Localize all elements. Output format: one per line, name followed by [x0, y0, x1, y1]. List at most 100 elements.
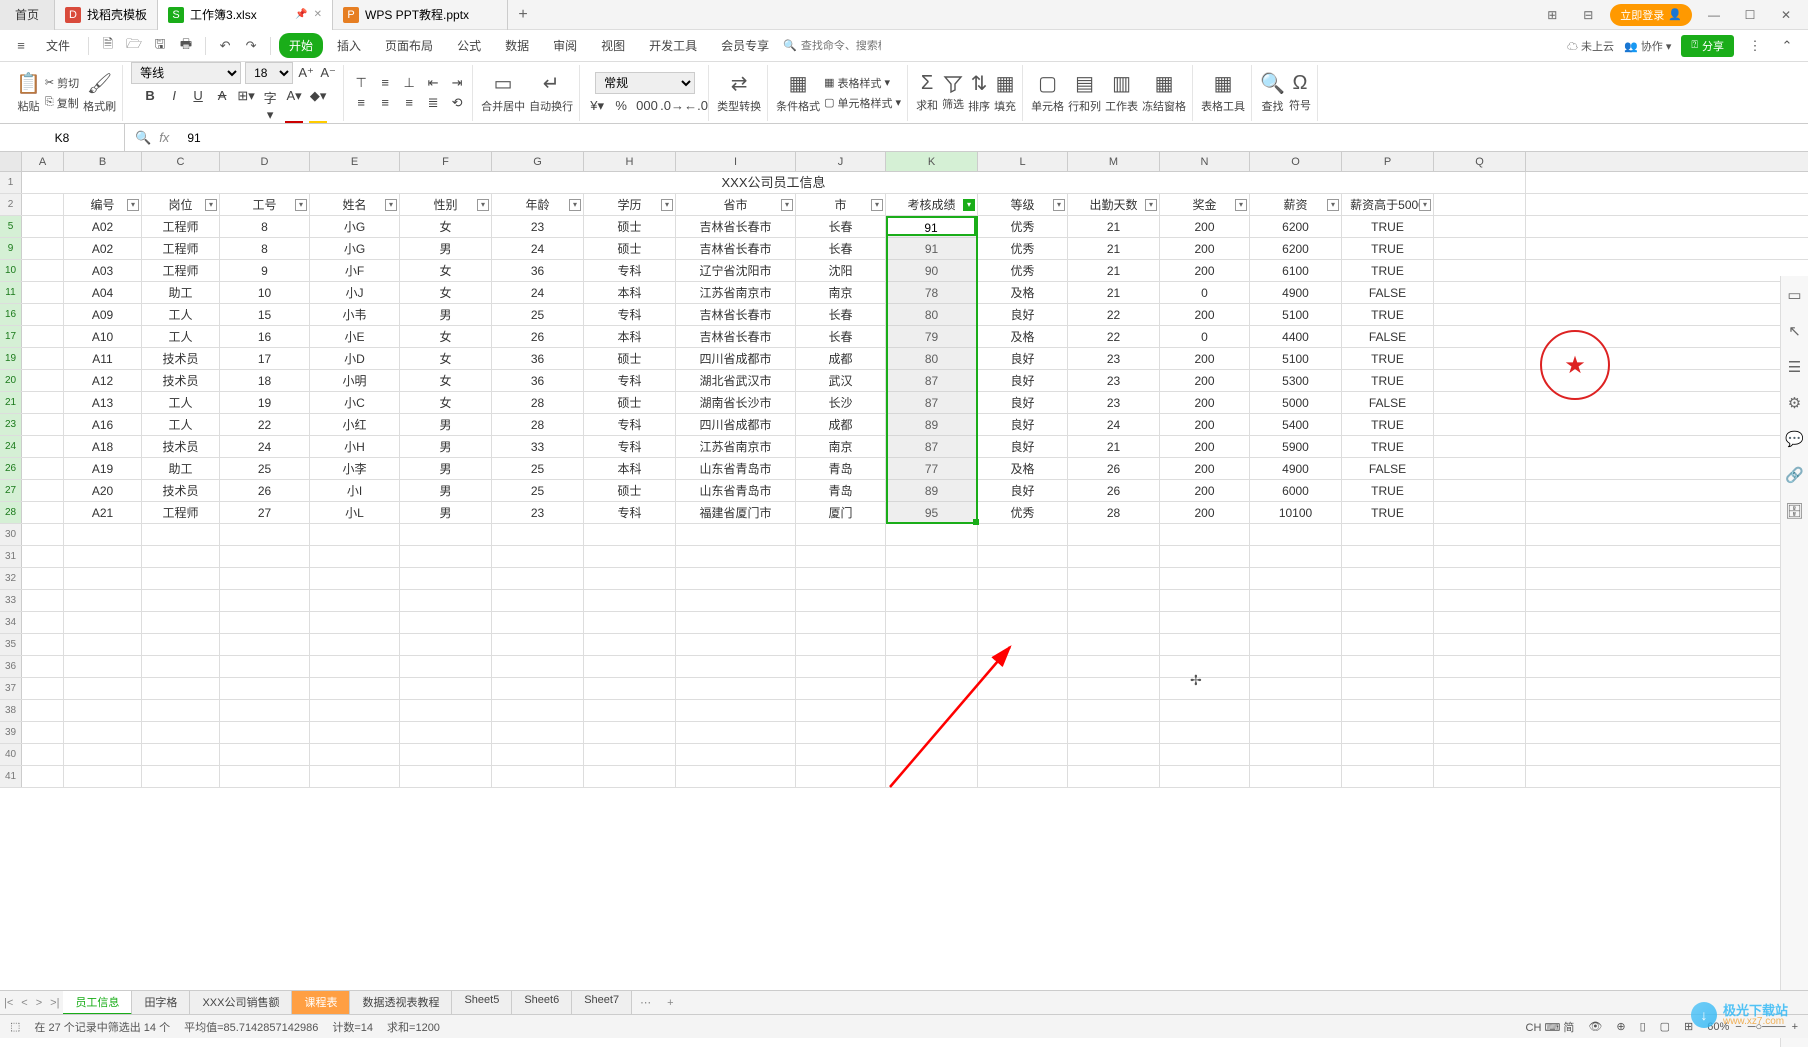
cell[interactable]	[310, 590, 400, 611]
cell[interactable]	[64, 524, 142, 545]
cell[interactable]	[584, 744, 676, 765]
sheet-tab[interactable]: 课程表	[292, 991, 350, 1015]
cell[interactable]	[886, 568, 978, 589]
cell[interactable]	[1160, 766, 1250, 787]
cell[interactable]: A04	[64, 282, 142, 303]
cell[interactable]: FALSE	[1342, 326, 1434, 347]
cell[interactable]: 厦门	[796, 502, 886, 523]
cell[interactable]: 15	[220, 304, 310, 325]
cell[interactable]: 良好	[978, 348, 1068, 369]
cell[interactable]	[1160, 744, 1250, 765]
cell[interactable]	[1160, 568, 1250, 589]
col-header-C[interactable]: C	[142, 152, 220, 171]
cell[interactable]: A02	[64, 238, 142, 259]
cell[interactable]: 技术员	[142, 370, 220, 391]
cell[interactable]: 技术员	[142, 480, 220, 501]
cell[interactable]: 沈阳	[796, 260, 886, 281]
cell[interactable]	[1434, 436, 1526, 457]
view-normal-icon[interactable]: ▯	[1640, 1020, 1646, 1033]
cell[interactable]	[676, 590, 796, 611]
cell[interactable]	[310, 634, 400, 655]
col-header-O[interactable]: O	[1250, 152, 1342, 171]
filter-dropdown-icon[interactable]: ▾	[127, 199, 139, 211]
filter-dropdown-icon[interactable]: ▾	[1235, 199, 1247, 211]
cell[interactable]	[64, 568, 142, 589]
cell[interactable]: 四川省成都市	[676, 348, 796, 369]
cell[interactable]: 优秀	[978, 216, 1068, 237]
cell[interactable]	[886, 766, 978, 787]
cell[interactable]: 21	[1068, 238, 1160, 259]
cell[interactable]	[492, 524, 584, 545]
cell[interactable]	[22, 304, 64, 325]
cell[interactable]	[886, 634, 978, 655]
cell[interactable]	[1068, 744, 1160, 765]
row-header[interactable]: 40	[0, 744, 22, 765]
cell[interactable]	[584, 524, 676, 545]
cell[interactable]	[310, 656, 400, 677]
row-header[interactable]: 37	[0, 678, 22, 699]
cell[interactable]: 28	[1068, 502, 1160, 523]
cell[interactable]	[142, 722, 220, 743]
cell[interactable]	[142, 634, 220, 655]
cell[interactable]	[886, 700, 978, 721]
cell[interactable]: 工人	[142, 392, 220, 413]
cell[interactable]: 小韦	[310, 304, 400, 325]
sheet-nav-first[interactable]: |<	[0, 997, 17, 1009]
cell[interactable]: 良好	[978, 414, 1068, 435]
cell[interactable]: TRUE	[1342, 480, 1434, 501]
cell[interactable]: 21	[1068, 260, 1160, 281]
cell[interactable]: 湖北省武汉市	[676, 370, 796, 391]
cell[interactable]	[22, 370, 64, 391]
cell[interactable]: 硕士	[584, 392, 676, 413]
cell[interactable]: 长春	[796, 238, 886, 259]
maximize-button[interactable]: ☐	[1736, 1, 1764, 29]
new-icon[interactable]: 🗎	[97, 35, 119, 57]
cell[interactable]	[1434, 766, 1526, 787]
cell[interactable]: 4400	[1250, 326, 1342, 347]
cell[interactable]: 工程师	[142, 238, 220, 259]
cell[interactable]: 9	[220, 260, 310, 281]
cell[interactable]: 专科	[584, 502, 676, 523]
cell[interactable]	[1250, 590, 1342, 611]
cell[interactable]: 78	[886, 282, 978, 303]
add-tab-button[interactable]: +	[508, 6, 538, 24]
sidebar-backup-icon[interactable]: 🗄	[1785, 502, 1804, 520]
cell[interactable]: 87	[886, 392, 978, 413]
coop-button[interactable]: 👥 协作 ▾	[1624, 38, 1671, 54]
cell[interactable]	[796, 722, 886, 743]
cell[interactable]: 6100	[1250, 260, 1342, 281]
row-header[interactable]: 11	[0, 282, 22, 303]
cell[interactable]: 南京	[796, 282, 886, 303]
cell[interactable]: 技术员	[142, 348, 220, 369]
cell[interactable]	[1160, 656, 1250, 677]
orientation-icon[interactable]: ⟲	[448, 95, 466, 111]
cell[interactable]: 95	[886, 502, 978, 523]
cell[interactable]	[1160, 546, 1250, 567]
cell[interactable]	[1434, 568, 1526, 589]
cell[interactable]: 性别▾	[400, 194, 492, 215]
cell[interactable]	[142, 678, 220, 699]
cell[interactable]	[676, 656, 796, 677]
cell[interactable]: A12	[64, 370, 142, 391]
cell[interactable]	[1250, 634, 1342, 655]
cell[interactable]	[310, 700, 400, 721]
type-convert-button[interactable]: ⇄类型转换	[717, 71, 761, 114]
filter-button[interactable]: 筛选	[942, 74, 964, 112]
col-header-H[interactable]: H	[584, 152, 676, 171]
cell[interactable]	[1342, 568, 1434, 589]
cell[interactable]	[492, 634, 584, 655]
cell[interactable]: A09	[64, 304, 142, 325]
cell[interactable]	[22, 656, 64, 677]
cell[interactable]	[886, 590, 978, 611]
command-search-input[interactable]	[801, 40, 881, 52]
cell[interactable]	[1434, 502, 1526, 523]
row-header[interactable]: 35	[0, 634, 22, 655]
cell[interactable]: 8	[220, 216, 310, 237]
cell[interactable]: 200	[1160, 304, 1250, 325]
sheet-nav-last[interactable]: >|	[46, 997, 63, 1009]
cell[interactable]	[584, 678, 676, 699]
filter-dropdown-icon[interactable]: ▾	[1145, 199, 1157, 211]
cell[interactable]: 奖金▾	[1160, 194, 1250, 215]
cell[interactable]: 女	[400, 216, 492, 237]
cell[interactable]: 辽宁省沈阳市	[676, 260, 796, 281]
